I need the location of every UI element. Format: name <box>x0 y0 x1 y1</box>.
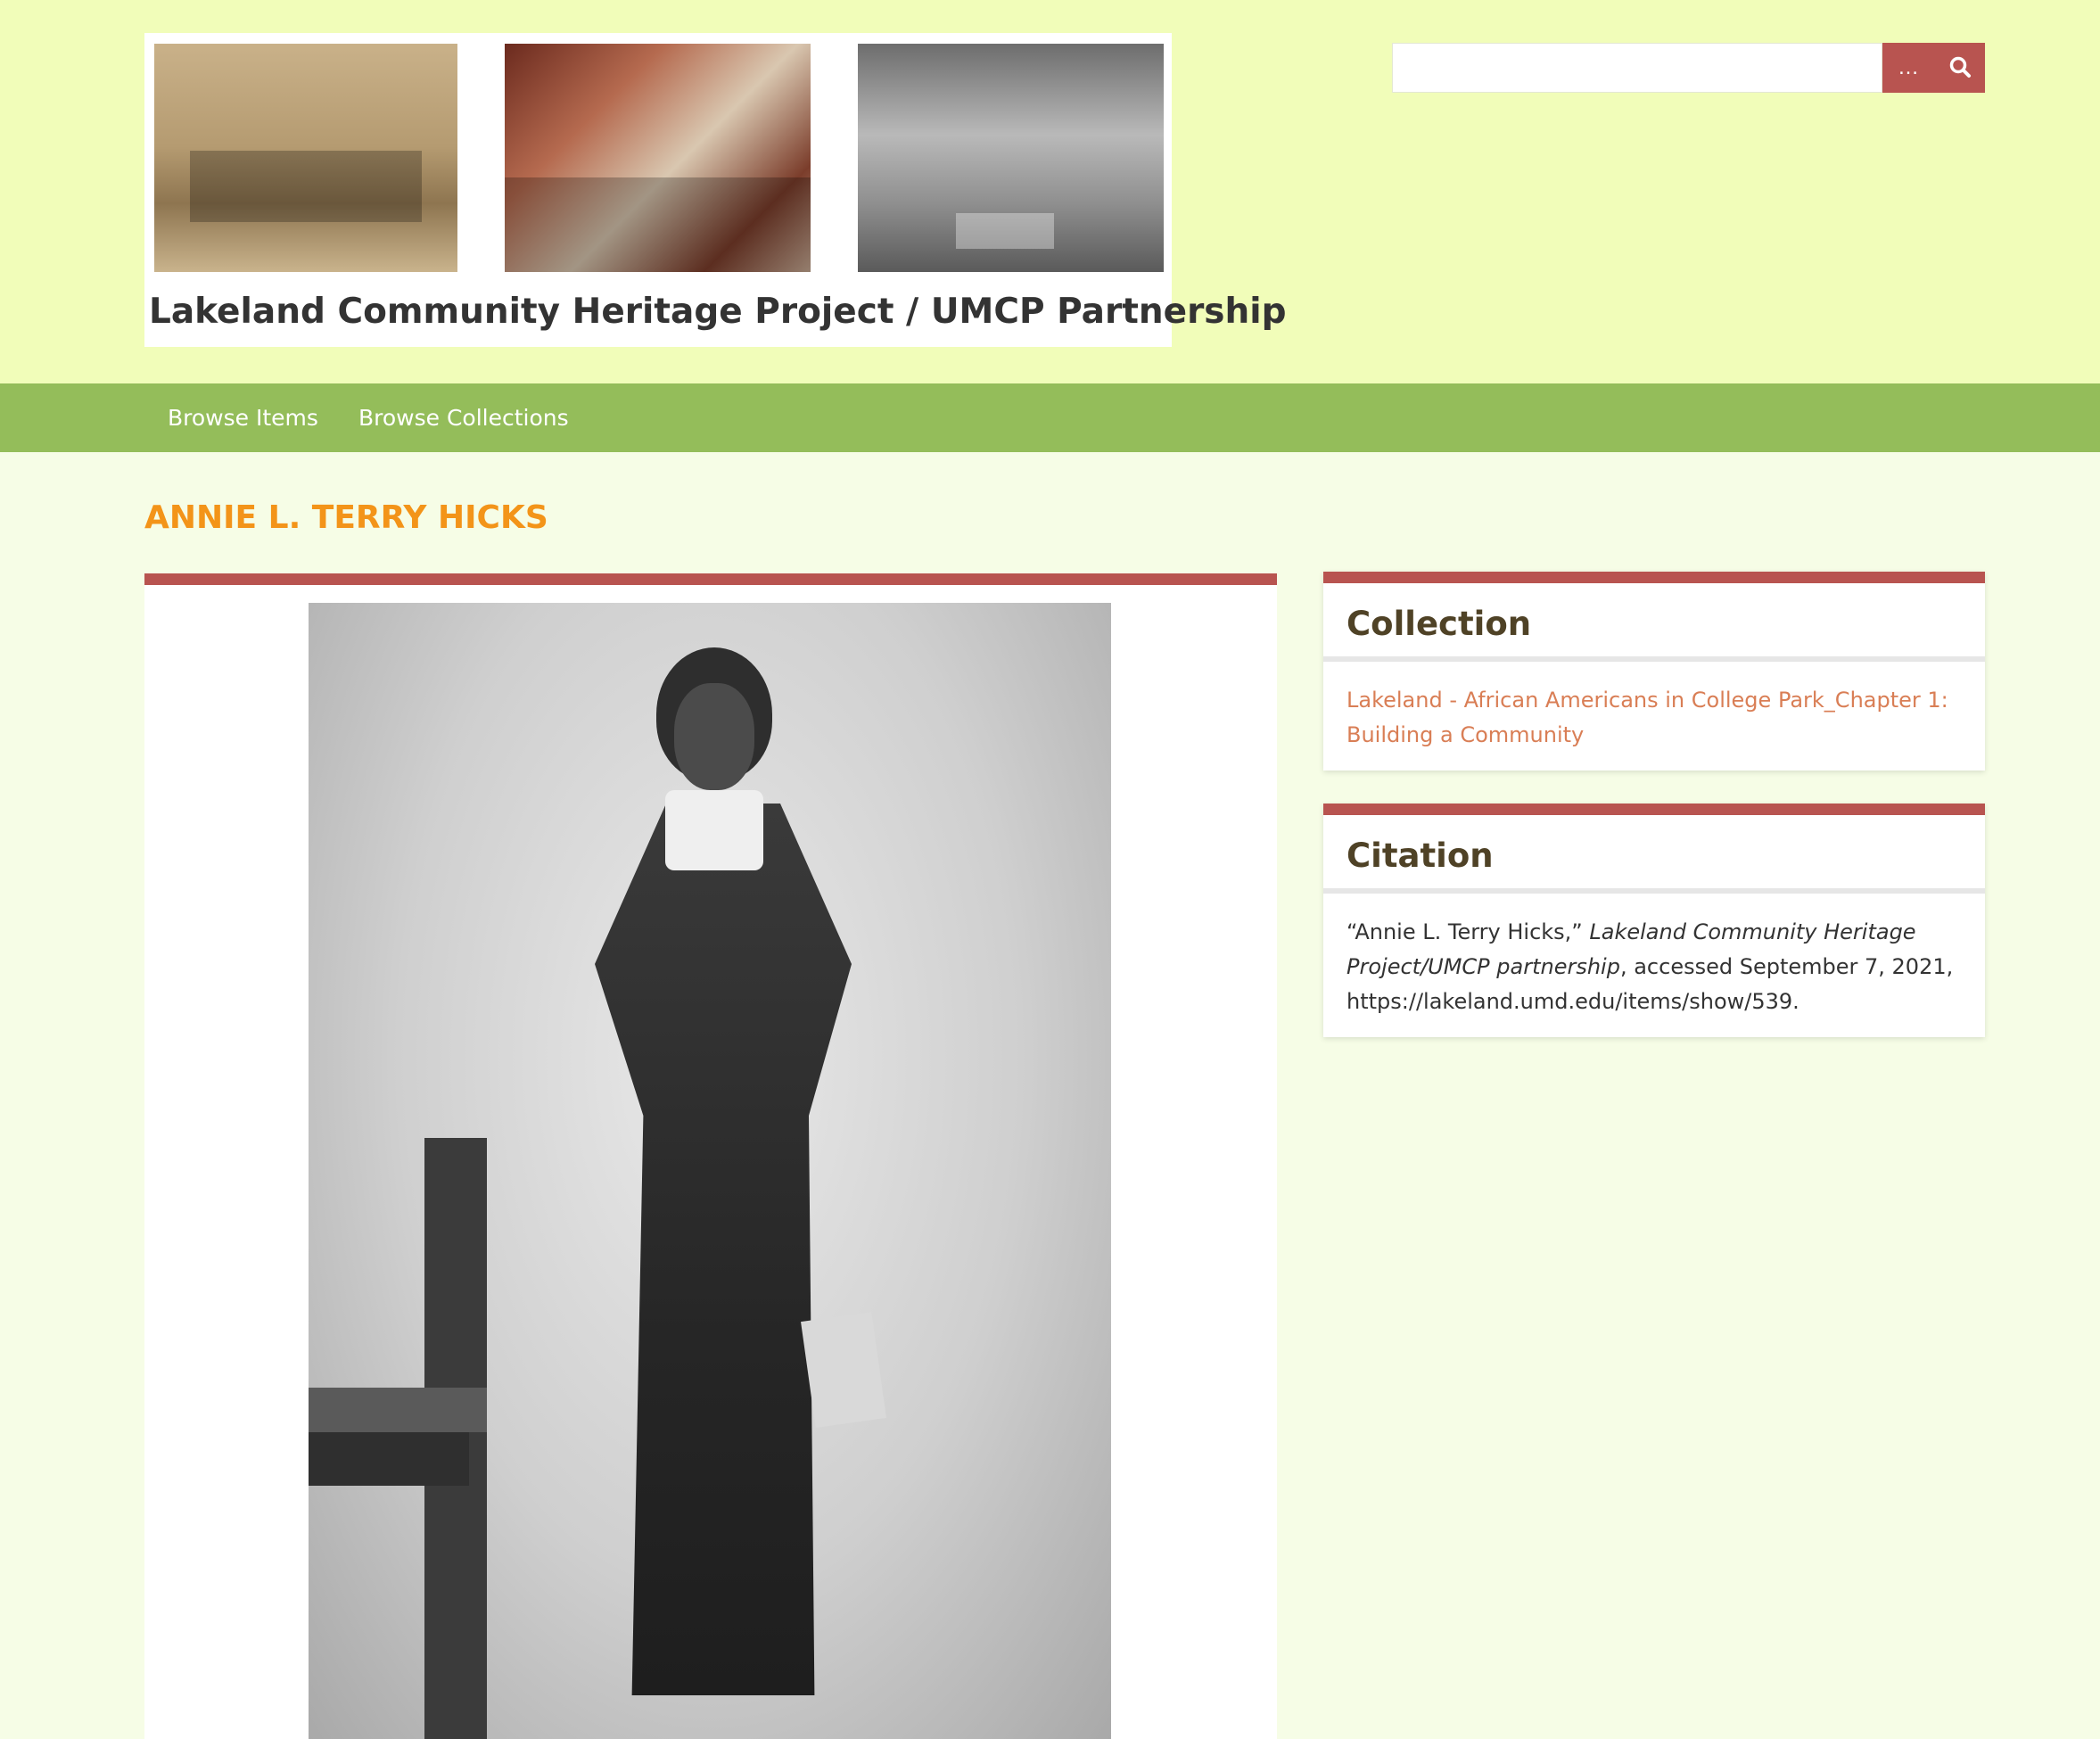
search-button[interactable] <box>1934 43 1985 93</box>
page-title: ANNIE L. TERRY HICKS <box>144 499 548 536</box>
citation-text: “Annie L. Terry Hicks,” Lakeland Communi… <box>1323 894 1985 1037</box>
search-options-button[interactable]: … <box>1882 43 1934 93</box>
site-banner-logo[interactable]: Lakeland Community Heritage Project / UM… <box>144 33 1287 347</box>
banner-photo-park <box>858 44 1164 272</box>
search-input[interactable] <box>1392 43 1882 93</box>
citation-quote: “Annie L. Terry Hicks,” <box>1346 919 1590 944</box>
citation-heading: Citation <box>1323 815 1985 894</box>
banner-title: Lakeland Community Heritage Project / UM… <box>149 292 1287 332</box>
collection-heading: Collection <box>1323 583 1985 662</box>
search-form: … <box>1392 43 1985 93</box>
nav-browse-collections[interactable]: Browse Collections <box>358 383 569 452</box>
citation-card: Citation “Annie L. Terry Hicks,” Lakelan… <box>1323 804 1985 1037</box>
banner-photo-picnic <box>505 44 811 272</box>
collection-link[interactable]: Lakeland - African Americans in College … <box>1346 688 1948 747</box>
item-image[interactable] <box>309 603 1111 1739</box>
main-nav: Browse Items Browse Collections <box>0 383 2100 452</box>
item-files-panel <box>144 573 1277 1739</box>
search-icon <box>1948 55 1972 81</box>
nav-browse-items[interactable]: Browse Items <box>168 383 318 452</box>
banner-photo-class-group <box>154 44 457 272</box>
collection-card: Collection Lakeland - African Americans … <box>1323 572 1985 771</box>
